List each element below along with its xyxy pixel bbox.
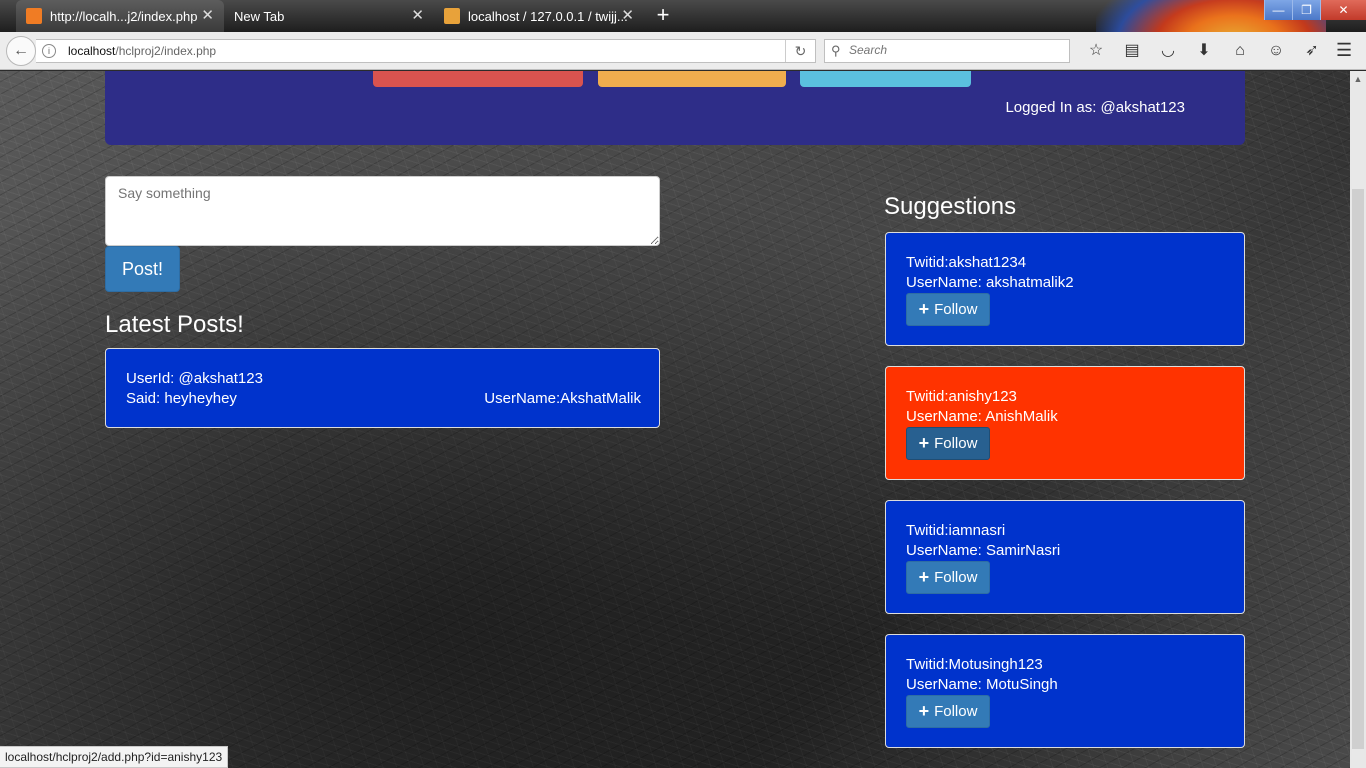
suggestion-twitid: Twitid:akshat1234 (906, 254, 1027, 271)
header-button-red[interactable] (373, 71, 583, 87)
pocket-icon[interactable]: ◡ (1150, 40, 1186, 62)
suggestion-twitid: Twitid:iamnasri (906, 522, 1006, 539)
download-icon[interactable]: ⬇ (1186, 40, 1222, 62)
plus-icon: + (918, 433, 930, 453)
follow-button[interactable]: + Follow (906, 293, 990, 326)
suggestion-username: UserName: MotuSingh (906, 676, 1058, 693)
smiley-icon[interactable]: ☺ (1258, 40, 1294, 62)
follow-label: Follow (934, 703, 978, 720)
link-status-bar: localhost/hclproj2/add.php?id=anishy123 (0, 746, 229, 768)
browser-navbar: i localhost/hclproj2/index.php ↻ ← ⚲ ☆ ▤… (0, 32, 1366, 70)
share-icon[interactable]: ➶ (1294, 40, 1330, 62)
plus-icon: + (918, 299, 930, 319)
back-arrow-icon[interactable]: ← (6, 36, 36, 66)
suggestion-username: UserName: SamirNasri (906, 542, 1061, 559)
info-icon[interactable]: i (42, 44, 56, 58)
scroll-up-arrow-icon[interactable]: ▲ (1350, 71, 1366, 87)
url-bar[interactable]: i localhost/hclproj2/index.php ↻ (36, 39, 816, 63)
toolbar-icons: ☆ ▤ ◡ ⬇ ⌂ ☺ ➶ (1078, 40, 1330, 62)
page-viewport: Logged In as: @akshat123 Post! Latest Po… (0, 71, 1350, 768)
latest-posts-heading: Latest Posts! (105, 311, 244, 338)
suggestion-username: UserName: AnishMalik (906, 408, 1058, 425)
suggestion-card: Twitid:iamnasri UserName: SamirNasri + Fo… (885, 500, 1245, 614)
follow-button[interactable]: + Follow (906, 695, 990, 728)
window-controls: — ❐ ✕ (1264, 0, 1366, 20)
url-path: /hclproj2/index.php (115, 44, 217, 58)
close-tab-icon[interactable]: ✕ (201, 8, 214, 24)
bookmark-star-icon[interactable]: ☆ (1078, 40, 1114, 62)
logged-in-label: Logged In as: @akshat123 (1005, 99, 1185, 116)
tab-label: localhost / 127.0.0.1 / twijj... (468, 8, 628, 24)
restore-icon[interactable]: ❐ (1292, 0, 1320, 20)
close-tab-icon[interactable]: ✕ (621, 8, 634, 24)
follow-label: Follow (934, 435, 978, 452)
scrollbar-thumb[interactable] (1352, 189, 1364, 749)
search-icon: ⚲ (831, 43, 841, 58)
tab-phpmyadmin[interactable]: localhost / 127.0.0.1 / twijj... ✕ (434, 0, 644, 32)
plus-icon: + (918, 701, 930, 721)
suggestion-twitid: Twitid:anishy123 (906, 388, 1017, 405)
header-button-cyan[interactable] (800, 71, 971, 87)
reading-list-icon[interactable]: ▤ (1114, 40, 1150, 62)
suggestion-twitid: Twitid:Motusingh123 (906, 656, 1043, 673)
follow-button[interactable]: + Follow (906, 427, 990, 460)
new-tab-button[interactable]: + (652, 4, 674, 26)
tab-label: New Tab (234, 8, 285, 24)
suggestion-card: Twitid:akshat1234 UserName: akshatmalik2… (885, 232, 1245, 346)
browser-tabbar: http://localh...j2/index.php ✕ New Tab ✕… (0, 0, 1366, 32)
url-host: localhost (68, 44, 116, 58)
tab-label: http://localh...j2/index.php (50, 8, 198, 24)
search-bar[interactable]: ⚲ (824, 39, 1070, 63)
search-input[interactable] (849, 43, 1049, 57)
reload-icon[interactable]: ↻ (785, 40, 815, 62)
window-close-icon[interactable]: ✕ (1320, 0, 1366, 20)
phpmyadmin-favicon-icon (444, 8, 460, 24)
header-button-orange[interactable] (598, 71, 786, 87)
suggestion-username: UserName: akshatmalik2 (906, 274, 1074, 291)
header-panel: Logged In as: @akshat123 (105, 71, 1245, 145)
xampp-favicon-icon (26, 8, 42, 24)
tab-index-php[interactable]: http://localh...j2/index.php ✕ (16, 0, 224, 32)
status-input[interactable] (105, 176, 660, 246)
post-card: UserId: @akshat123 Said: heyheyhey UserN… (105, 348, 660, 428)
follow-button[interactable]: + Follow (906, 561, 990, 594)
follow-label: Follow (934, 569, 978, 586)
suggestion-card: Twitid:anishy123 UserName: AnishMalik + F… (885, 366, 1245, 480)
minimize-icon[interactable]: — (1264, 0, 1292, 20)
tab-new-tab[interactable]: New Tab ✕ (224, 0, 434, 32)
suggestions-heading: Suggestions (884, 193, 1017, 220)
follow-label: Follow (934, 301, 978, 318)
plus-icon: + (918, 567, 930, 587)
post-username: UserName:AkshatMalik (484, 390, 641, 407)
home-icon[interactable]: ⌂ (1222, 40, 1258, 62)
post-userid: UserId: @akshat123 (126, 370, 263, 387)
post-button[interactable]: Post! (105, 246, 180, 292)
post-said: Said: heyheyhey (126, 390, 237, 407)
url-text: localhost/hclproj2/index.php (68, 44, 216, 58)
hamburger-menu-icon[interactable]: ☰ (1336, 40, 1356, 61)
page-scrollbar[interactable]: ▲ (1350, 71, 1366, 768)
suggestion-card: Twitid:Motusingh123 UserName: MotuSingh … (885, 634, 1245, 748)
close-tab-icon[interactable]: ✕ (411, 8, 424, 24)
